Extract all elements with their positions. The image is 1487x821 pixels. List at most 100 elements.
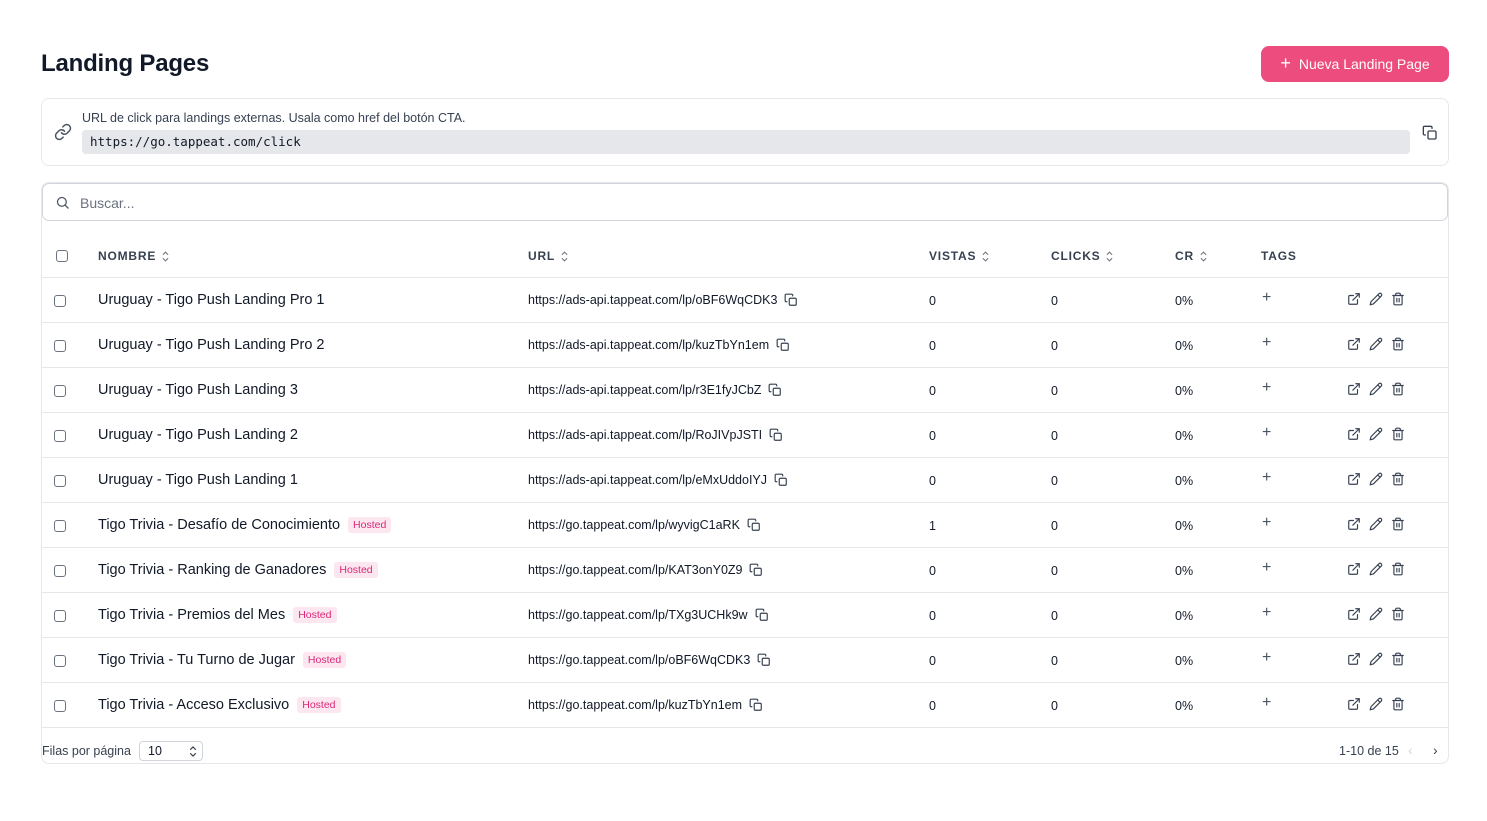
new-landing-page-button[interactable]: + Nueva Landing Page xyxy=(1261,46,1449,82)
rows-per-page-value: 10 xyxy=(148,744,162,758)
row-actions xyxy=(1347,472,1405,486)
column-label: CR xyxy=(1175,249,1194,263)
trash-icon[interactable] xyxy=(1391,472,1405,486)
copy-icon[interactable] xyxy=(768,383,782,397)
external-link-icon[interactable] xyxy=(1347,607,1361,621)
add-tag-icon[interactable]: + xyxy=(1262,514,1271,532)
views-value: 0 xyxy=(929,429,936,443)
external-link-icon[interactable] xyxy=(1347,382,1361,396)
column-label: URL xyxy=(528,249,556,263)
add-tag-icon[interactable]: + xyxy=(1262,649,1271,667)
next-page-button[interactable]: › xyxy=(1433,742,1438,758)
add-tag-icon[interactable]: + xyxy=(1262,559,1271,577)
row-checkbox[interactable] xyxy=(54,475,66,487)
row-checkbox[interactable] xyxy=(54,655,66,667)
pencil-icon[interactable] xyxy=(1369,292,1383,306)
url-cell: https://go.tappeat.com/lp/kuzTbYn1em xyxy=(528,698,763,712)
external-link-icon[interactable] xyxy=(1347,652,1361,666)
copy-icon[interactable] xyxy=(747,518,761,532)
copy-icon[interactable] xyxy=(769,428,783,442)
column-header-clicks[interactable]: CLICKS xyxy=(1051,249,1113,263)
landing-name: Uruguay - Tigo Push Landing 2 xyxy=(98,427,298,443)
external-link-icon[interactable] xyxy=(1347,337,1361,351)
table-row: Uruguay - Tigo Push Landing Pro 1 https:… xyxy=(42,278,1448,323)
cr-value: 0% xyxy=(1175,654,1194,668)
views-value: 0 xyxy=(929,474,936,488)
pencil-icon[interactable] xyxy=(1369,697,1383,711)
external-link-icon[interactable] xyxy=(1347,472,1361,486)
clicks-value: 0 xyxy=(1051,609,1058,623)
row-checkbox[interactable] xyxy=(54,610,66,622)
trash-icon[interactable] xyxy=(1391,292,1405,306)
external-link-icon[interactable] xyxy=(1347,562,1361,576)
external-link-icon[interactable] xyxy=(1347,427,1361,441)
copy-icon[interactable] xyxy=(757,653,771,667)
click-url-card: URL de click para landings externas. Usa… xyxy=(41,98,1449,166)
row-checkbox[interactable] xyxy=(54,565,66,577)
select-all-checkbox[interactable] xyxy=(56,250,68,262)
trash-icon[interactable] xyxy=(1391,562,1405,576)
click-url-value[interactable]: https://go.tappeat.com/click xyxy=(82,130,1410,154)
search-input[interactable] xyxy=(80,192,1380,214)
pencil-icon[interactable] xyxy=(1369,472,1383,486)
row-checkbox[interactable] xyxy=(54,385,66,397)
copy-icon[interactable] xyxy=(784,293,798,307)
landing-url[interactable]: https://ads-api.tappeat.com/lp/RoJIVpJST… xyxy=(528,428,762,442)
landing-url[interactable]: https://go.tappeat.com/lp/TXg3UCHk9w xyxy=(528,608,748,622)
trash-icon[interactable] xyxy=(1391,517,1405,531)
copy-icon[interactable] xyxy=(774,473,788,487)
column-header-views[interactable]: VISTAS xyxy=(929,249,989,263)
copy-icon[interactable] xyxy=(776,338,790,352)
row-actions xyxy=(1347,382,1405,396)
landing-url[interactable]: https://ads-api.tappeat.com/lp/r3E1fyJCb… xyxy=(528,383,761,397)
add-tag-icon[interactable]: + xyxy=(1262,424,1271,442)
external-link-icon[interactable] xyxy=(1347,697,1361,711)
pencil-icon[interactable] xyxy=(1369,517,1383,531)
add-tag-icon[interactable]: + xyxy=(1262,334,1271,352)
add-tag-icon[interactable]: + xyxy=(1262,289,1271,307)
add-tag-icon[interactable]: + xyxy=(1262,469,1271,487)
pencil-icon[interactable] xyxy=(1369,427,1383,441)
column-header-url[interactable]: URL xyxy=(528,249,568,263)
row-checkbox[interactable] xyxy=(54,430,66,442)
landing-url[interactable]: https://go.tappeat.com/lp/oBF6WqCDK3 xyxy=(528,653,750,667)
trash-icon[interactable] xyxy=(1391,697,1405,711)
landing-url[interactable]: https://ads-api.tappeat.com/lp/oBF6WqCDK… xyxy=(528,293,777,307)
add-tag-icon[interactable]: + xyxy=(1262,379,1271,397)
trash-icon[interactable] xyxy=(1391,337,1405,351)
pencil-icon[interactable] xyxy=(1369,607,1383,621)
copy-icon[interactable] xyxy=(755,608,769,622)
rows-per-page-label: Filas por página xyxy=(42,744,131,758)
pencil-icon[interactable] xyxy=(1369,382,1383,396)
trash-icon[interactable] xyxy=(1391,607,1405,621)
row-checkbox[interactable] xyxy=(54,295,66,307)
landing-url[interactable]: https://go.tappeat.com/lp/wyvigC1aRK xyxy=(528,518,740,532)
landing-url[interactable]: https://go.tappeat.com/lp/KAT3onY0Z9 xyxy=(528,563,742,577)
trash-icon[interactable] xyxy=(1391,652,1405,666)
row-checkbox[interactable] xyxy=(54,340,66,352)
pencil-icon[interactable] xyxy=(1369,562,1383,576)
row-checkbox[interactable] xyxy=(54,700,66,712)
rows-per-page-select[interactable]: 10 xyxy=(139,741,203,761)
prev-page-button[interactable]: ‹ xyxy=(1408,742,1413,758)
copy-icon[interactable] xyxy=(1422,125,1438,141)
column-header-name[interactable]: NOMBRE xyxy=(98,249,169,263)
pencil-icon[interactable] xyxy=(1369,652,1383,666)
search-bar[interactable] xyxy=(42,183,1448,221)
trash-icon[interactable] xyxy=(1391,427,1405,441)
copy-icon[interactable] xyxy=(749,563,763,577)
pencil-icon[interactable] xyxy=(1369,337,1383,351)
external-link-icon[interactable] xyxy=(1347,292,1361,306)
add-tag-icon[interactable]: + xyxy=(1262,694,1271,712)
name-cell: Tigo Trivia - Desafío de Conocimiento Ho… xyxy=(98,517,392,533)
landing-url[interactable]: https://ads-api.tappeat.com/lp/eMxUddoIY… xyxy=(528,473,767,487)
column-header-cr[interactable]: CR xyxy=(1175,249,1207,263)
landing-url[interactable]: https://go.tappeat.com/lp/kuzTbYn1em xyxy=(528,698,742,712)
landing-url[interactable]: https://ads-api.tappeat.com/lp/kuzTbYn1e… xyxy=(528,338,769,352)
copy-icon[interactable] xyxy=(749,698,763,712)
add-tag-icon[interactable]: + xyxy=(1262,604,1271,622)
row-checkbox[interactable] xyxy=(54,520,66,532)
trash-icon[interactable] xyxy=(1391,382,1405,396)
external-link-icon[interactable] xyxy=(1347,517,1361,531)
name-cell: Tigo Trivia - Tu Turno de Jugar Hosted xyxy=(98,652,347,668)
